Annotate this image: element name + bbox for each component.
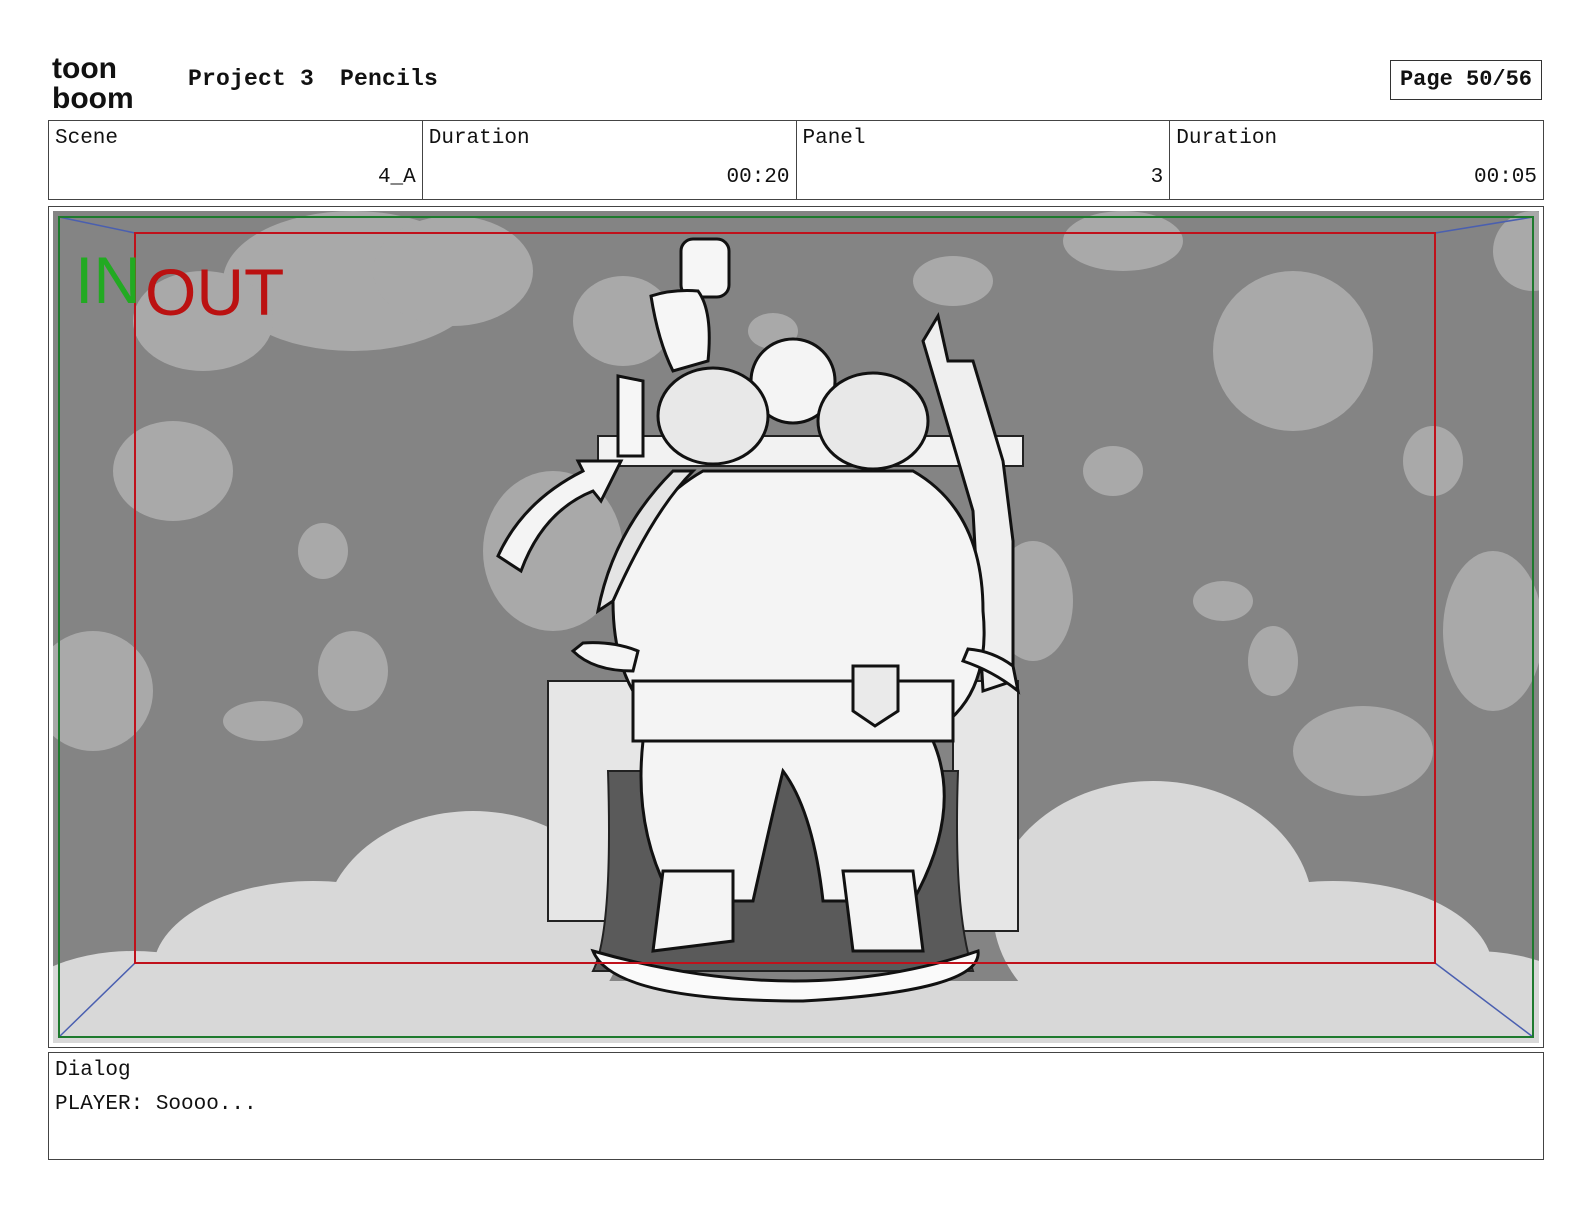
dialog-text: PLAYER: Soooo... <box>55 1093 257 1116</box>
scene-value: 4_A <box>377 166 416 189</box>
scene-label: Scene <box>55 127 119 150</box>
in-marker: IN <box>75 243 141 317</box>
scene-cell: Scene 4_A <box>49 121 423 199</box>
project-title: Project 3 Pencils <box>188 66 464 92</box>
panel-cell: Panel 3 <box>797 121 1171 199</box>
logo-text-top: toon <box>52 52 117 85</box>
scene-duration-label: Duration <box>428 127 530 150</box>
scene-duration-value: 00:20 <box>726 166 790 189</box>
scene-info-row: Scene 4_A Duration 00:20 Panel 3 Duratio… <box>48 120 1544 200</box>
project-name: Project 3 <box>188 66 315 92</box>
scene-duration-cell: Duration 00:20 <box>423 121 797 199</box>
storyboard-panel: IN OUT <box>48 206 1544 1048</box>
panel-duration-cell: Duration 00:05 <box>1170 121 1543 199</box>
panel-value: 3 <box>1150 166 1164 189</box>
page-indicator: Page 50/56 <box>1390 60 1542 100</box>
toon-boom-logo: toon boom <box>52 52 164 115</box>
dialog-box: Dialog PLAYER: Soooo... <box>48 1052 1544 1160</box>
panel-duration-label: Duration <box>1176 127 1278 150</box>
logo-text-bottom: boom <box>52 82 134 112</box>
panel-duration-value: 00:05 <box>1473 166 1537 189</box>
dialog-label: Dialog <box>55 1059 131 1082</box>
panel-label: Panel <box>802 127 866 150</box>
panel-drawing: IN OUT <box>53 211 1539 1043</box>
project-stage: Pencils <box>340 66 439 92</box>
out-marker: OUT <box>145 255 284 329</box>
